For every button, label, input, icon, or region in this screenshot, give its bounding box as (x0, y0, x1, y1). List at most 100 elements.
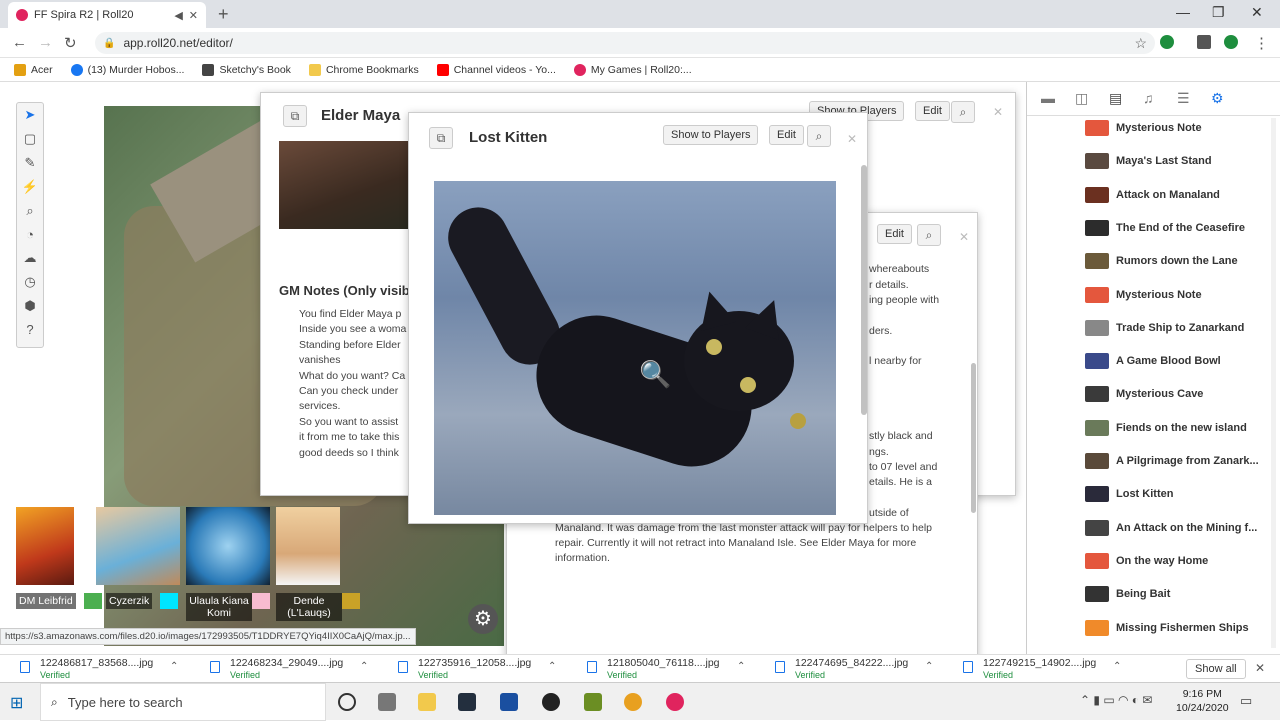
popout-icon[interactable]: ⧉ (283, 105, 307, 127)
amazon-icon[interactable] (458, 693, 476, 711)
journal-item[interactable]: Fiends on the new island (1085, 419, 1247, 436)
bookmark-item[interactable]: Chrome Bookmarks (308, 63, 419, 76)
journal-item[interactable]: Mysterious Note (1085, 286, 1202, 303)
bookmark-item[interactable]: (13) Murder Hobos... (70, 63, 184, 76)
cortana-icon[interactable] (338, 693, 356, 711)
taskbar-clock[interactable]: 9:16 PM 10/24/2020 (1176, 687, 1229, 715)
new-tab-button[interactable]: + (218, 4, 229, 25)
chevron-up-icon[interactable]: ⌃ (170, 661, 178, 672)
back-icon[interactable]: ← (12, 34, 27, 51)
chevron-up-icon[interactable]: ⌃ (925, 661, 933, 672)
bookmark-item[interactable]: My Games | Roll20:... (573, 63, 692, 76)
speaker-icon[interactable]: ◀ (174, 9, 182, 22)
search-icon[interactable]: ⌕ (807, 125, 831, 147)
journal-item[interactable]: Attack on Manaland (1085, 186, 1220, 203)
jukebox-icon[interactable]: ♫ (1143, 90, 1154, 106)
edit-button[interactable]: Edit (915, 101, 950, 121)
settings-gear-icon[interactable]: ⚙ (468, 604, 498, 634)
scrollbar[interactable] (971, 363, 976, 513)
close-downloads-icon[interactable]: ✕ (1255, 661, 1265, 675)
bookmark-item[interactable]: Acer (14, 63, 53, 76)
show-to-players-button[interactable]: Show to Players (663, 125, 759, 145)
search-icon[interactable]: ⌕ (951, 101, 975, 123)
chrome-icon[interactable] (624, 693, 642, 711)
layers-icon[interactable]: ▢ (20, 131, 40, 147)
download-item[interactable]: 122749215_14902....jpg Verified ⌃ (963, 657, 1143, 683)
menu-kebab-icon[interactable]: ⋮ (1254, 34, 1269, 52)
download-item[interactable]: 122468234_29049....jpg Verified ⌃ (210, 657, 390, 683)
forward-icon[interactable]: → (38, 34, 53, 51)
player-avatar[interactable]: DM Leibfrid (16, 507, 102, 609)
file-explorer-icon[interactable] (418, 693, 436, 711)
journal-icon[interactable]: ▤ (1109, 90, 1122, 107)
journal-item[interactable]: Missing Fishermen Ships (1085, 619, 1249, 636)
fog-icon[interactable]: ☁ (20, 250, 40, 266)
extension-ab-icon[interactable] (1160, 35, 1174, 49)
system-tray-icons[interactable]: ⌃ ▮ ▭ ◠ ◐ ✉ (1080, 693, 1152, 707)
player-avatar[interactable]: Dende (L'Lauqs) (276, 507, 360, 621)
measure-icon[interactable]: ◔ (20, 227, 40, 242)
zoom-icon[interactable]: ⌕ (20, 203, 40, 219)
player-avatar[interactable]: Ulaula Kiana Komi (186, 507, 270, 621)
journal-item[interactable]: Mysterious Cave (1085, 386, 1203, 403)
download-item[interactable]: 121805040_76118....jpg Verified ⌃ (587, 657, 767, 683)
journal-item[interactable]: Being Bait (1085, 586, 1170, 603)
popout-icon[interactable]: ⧉ (429, 127, 453, 149)
compendium-icon[interactable]: ☰ (1177, 90, 1190, 107)
search-icon[interactable]: ⌕ (917, 224, 941, 246)
bookmark-item[interactable]: Sketchy's Book (202, 63, 291, 76)
chevron-up-icon[interactable]: ⌃ (737, 661, 745, 672)
app-b-icon[interactable] (500, 693, 518, 711)
close-icon[interactable]: ✕ (993, 105, 1003, 119)
settings-icon[interactable]: ⚙ (1211, 90, 1224, 107)
fx-icon[interactable]: ⚡ (20, 179, 40, 195)
journal-item[interactable]: Lost Kitten (1085, 486, 1173, 503)
steam-icon[interactable] (542, 693, 560, 711)
download-item[interactable]: 122474695_84222....jpg Verified ⌃ (775, 657, 955, 683)
chevron-up-icon[interactable]: ⌃ (1113, 661, 1121, 672)
taskbar-search[interactable]: ⌕ Type here to search (40, 683, 326, 721)
scrollbar[interactable] (1271, 118, 1276, 648)
journal-item[interactable]: A Pilgrimage from Zanark... (1085, 453, 1259, 469)
windows-start-icon[interactable]: ⊞ (10, 693, 23, 713)
download-item[interactable]: 122735916_12058....jpg Verified ⌃ (398, 657, 578, 683)
journal-item[interactable]: Maya's Last Stand (1085, 153, 1212, 170)
close-icon[interactable]: ✕ (959, 230, 969, 244)
dice-icon[interactable]: ⬢ (20, 298, 40, 314)
extension-icon[interactable] (1197, 35, 1211, 49)
journal-item[interactable]: Rumors down the Lane (1085, 253, 1238, 270)
task-view-icon[interactable] (378, 693, 396, 711)
address-bar[interactable]: 🔒 app.roll20.net/editor/ ☆ (95, 32, 1155, 54)
edit-button[interactable]: Edit (769, 125, 804, 145)
journal-item[interactable]: Mysterious Note (1085, 120, 1202, 136)
help-icon[interactable]: ? (20, 322, 40, 337)
minimize-icon[interactable]: — (1176, 4, 1190, 20)
maximize-icon[interactable]: ❐ (1212, 4, 1225, 21)
chevron-up-icon[interactable]: ⌃ (360, 661, 368, 672)
handout-kitten-image[interactable]: 🔍 (434, 181, 836, 515)
art-library-icon[interactable]: ◫ (1075, 90, 1088, 107)
chat-icon[interactable]: ▬ (1041, 90, 1055, 106)
download-item[interactable]: 122486817_83568....jpg Verified ⌃ (20, 657, 200, 683)
show-all-button[interactable]: Show all (1186, 659, 1246, 679)
edit-button[interactable]: Edit (877, 224, 912, 244)
notification-icon[interactable]: ▭ (1240, 693, 1252, 709)
bookmark-item[interactable]: Channel videos - Yo... (436, 63, 556, 76)
journal-item[interactable]: On the way Home (1085, 552, 1208, 569)
browser-tab[interactable]: FF Spira R2 | Roll20 ◀ ✕ (8, 2, 206, 28)
journal-item[interactable]: An Attack on the Mining f... (1085, 519, 1257, 536)
extension-shield-icon[interactable] (1224, 35, 1238, 49)
bookmark-star-icon[interactable]: ☆ (1134, 35, 1147, 52)
reload-icon[interactable]: ↻ (64, 34, 77, 52)
journal-item[interactable]: A Game Blood Bowl (1085, 353, 1221, 370)
tab-close-button[interactable]: ✕ (189, 9, 198, 22)
turn-tracker-icon[interactable]: ◷ (20, 274, 40, 290)
draw-icon[interactable]: ✎ (20, 155, 40, 171)
chevron-up-icon[interactable]: ⌃ (548, 661, 556, 672)
journal-item[interactable]: The End of the Ceasefire (1085, 219, 1245, 236)
minecraft-icon[interactable] (584, 693, 602, 711)
journal-item[interactable]: Trade Ship to Zanarkand (1085, 319, 1244, 336)
close-icon[interactable]: ✕ (847, 132, 857, 146)
roll20-taskbar-icon[interactable] (666, 693, 684, 711)
scrollbar[interactable] (861, 165, 867, 415)
